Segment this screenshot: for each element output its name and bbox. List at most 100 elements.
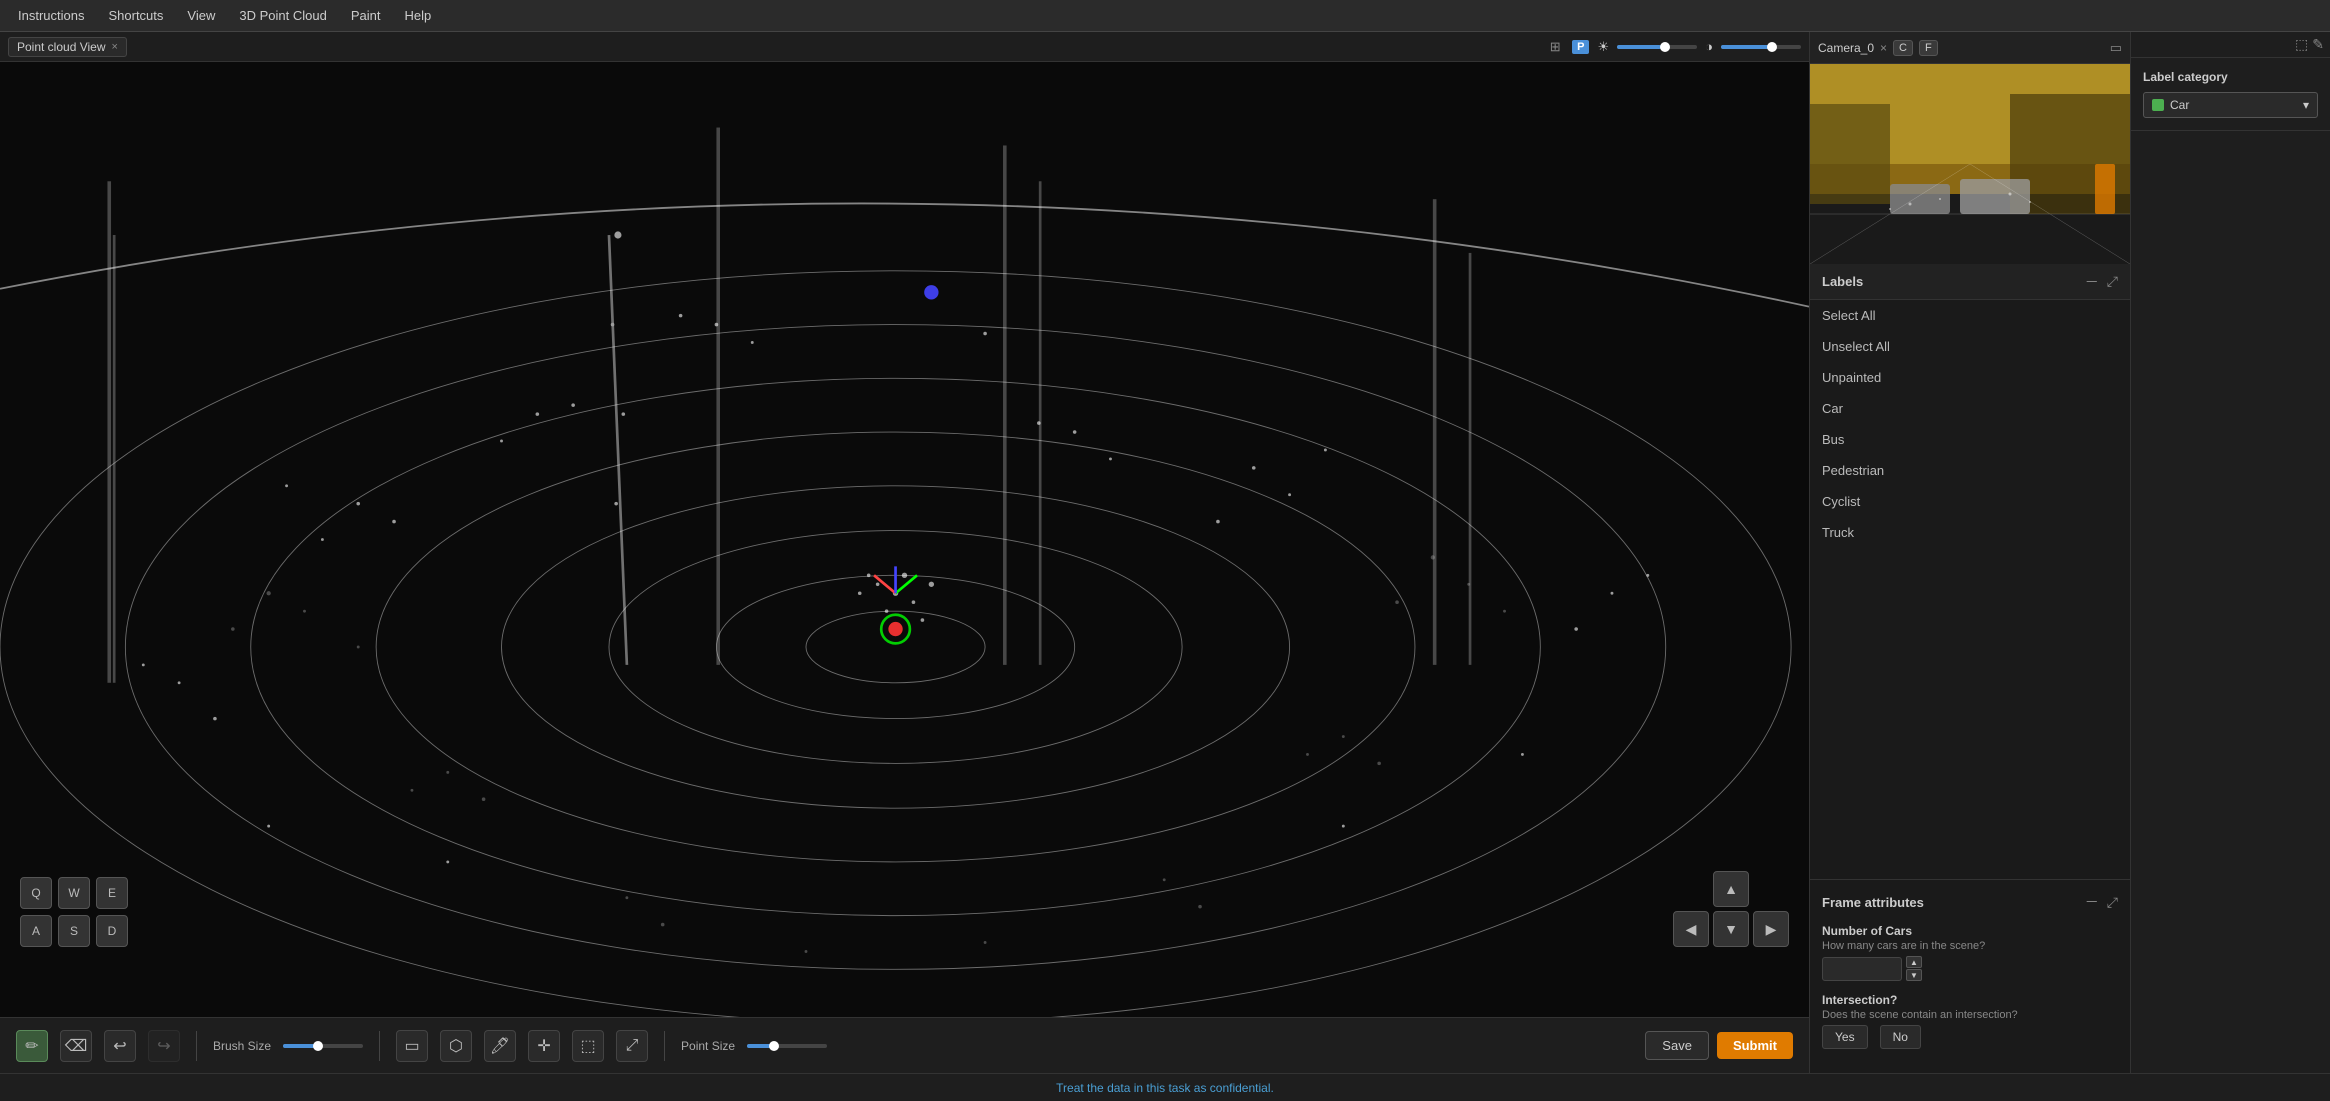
- intersection-attr: Intersection? Does the scene contain an …: [1822, 993, 2118, 1049]
- menu-bar: Instructions Shortcuts View 3D Point Clo…: [0, 0, 2330, 32]
- nav-row-mid: ◀ ▼ ▶: [1673, 911, 1789, 947]
- menu-view[interactable]: View: [177, 4, 225, 27]
- point-size-slider-container: [747, 1044, 827, 1048]
- menu-3d-point-cloud[interactable]: 3D Point Cloud: [229, 4, 336, 27]
- frame-attr-header: Frame attributes － ⤢: [1822, 892, 2118, 912]
- key-a[interactable]: A: [20, 915, 52, 947]
- street-scene: [1810, 64, 2130, 264]
- bottom-right-buttons: Save Submit: [1645, 1031, 1793, 1060]
- camera-tab: Camera_0 × C F: [1818, 40, 1938, 56]
- key-row-1: Q W E: [20, 877, 128, 909]
- bottom-toolbar: ✏ ⌫ ↩ ↪ Brush Size ▭ ⬡ 🖊 ✛ ⬚ ⤢: [0, 1017, 1809, 1073]
- view-badge-p[interactable]: P: [1572, 40, 1589, 54]
- redo-tool[interactable]: ↪: [148, 1030, 180, 1062]
- submit-button[interactable]: Submit: [1717, 1032, 1793, 1059]
- point-cloud-view: Point cloud View × ⊞ P ☀ ◑: [0, 32, 1810, 1073]
- menu-help[interactable]: Help: [394, 4, 441, 27]
- brightness-icon: ☀: [1597, 39, 1609, 55]
- sep1: [196, 1031, 197, 1061]
- number-of-cars-attr: Number of Cars How many cars are in the …: [1822, 924, 2118, 981]
- category-chevron: ▾: [2303, 98, 2309, 112]
- number-of-cars-input[interactable]: [1822, 957, 1902, 981]
- labels-actions: － ⤢: [2085, 272, 2118, 292]
- key-w[interactable]: W: [58, 877, 90, 909]
- labels-header: Labels － ⤢: [1810, 264, 2130, 300]
- labels-title: Labels: [1822, 274, 1863, 289]
- expand-tool[interactable]: ⤢: [616, 1030, 648, 1062]
- camera-badge-f[interactable]: F: [1919, 40, 1938, 56]
- car-item[interactable]: Car: [1810, 393, 2130, 424]
- unpainted-item[interactable]: Unpainted: [1810, 362, 2130, 393]
- lasso-tool[interactable]: 🖊: [484, 1030, 516, 1062]
- intersection-radio-group: Yes No: [1822, 1025, 2118, 1049]
- rect-tool[interactable]: ▭: [396, 1030, 428, 1062]
- key-q[interactable]: Q: [20, 877, 52, 909]
- right-panel: Camera_0 × C F ▭: [1810, 32, 2130, 1073]
- bus-item[interactable]: Bus: [1810, 424, 2130, 455]
- yes-radio[interactable]: Yes: [1822, 1025, 1868, 1049]
- increment-btn[interactable]: ▲: [1906, 956, 1922, 968]
- draw-tool[interactable]: ✏: [16, 1030, 48, 1062]
- keyboard-hints: Q W E A S D: [20, 877, 128, 947]
- camera-image: [1810, 64, 2130, 264]
- brightness-slider[interactable]: [1617, 45, 1697, 49]
- intersection-desc: Does the scene contain an intersection?: [1822, 1009, 2118, 1021]
- minimize-frame-attr[interactable]: －: [2085, 892, 2099, 912]
- nav-up-btn[interactable]: ▲: [1713, 871, 1749, 907]
- unselect-all-item[interactable]: Unselect All: [1810, 331, 2130, 362]
- number-of-cars-label: Number of Cars: [1822, 924, 2118, 938]
- camera-label: Camera_0: [1818, 41, 1874, 55]
- point-cloud-tab[interactable]: Point cloud View ×: [8, 37, 127, 57]
- menu-shortcuts[interactable]: Shortcuts: [98, 4, 173, 27]
- label-icon-2[interactable]: ✎: [2312, 36, 2324, 53]
- category-select[interactable]: Car ▾: [2143, 92, 2318, 118]
- intersection-label: Intersection?: [1822, 993, 2118, 1007]
- status-bar: Treat the data in this task as confident…: [0, 1073, 2330, 1101]
- expand-frame-attr[interactable]: ⤢: [2107, 892, 2118, 912]
- camera-close[interactable]: ×: [1880, 41, 1887, 55]
- label-icon-1[interactable]: ⬚: [2295, 36, 2308, 53]
- camera-expand[interactable]: ▭: [2110, 40, 2122, 56]
- camera-header: Camera_0 × C F ▭: [1810, 32, 2130, 64]
- nav-row-up: ▲: [1713, 871, 1749, 907]
- no-radio[interactable]: No: [1880, 1025, 1921, 1049]
- nav-down-btn[interactable]: ▼: [1713, 911, 1749, 947]
- transform-tool[interactable]: ⬚: [572, 1030, 604, 1062]
- contrast-slider[interactable]: [1721, 45, 1801, 49]
- label-category-section: Label category Car ▾: [2131, 58, 2330, 131]
- eraser-tool[interactable]: ⌫: [60, 1030, 92, 1062]
- point-size-slider[interactable]: [747, 1044, 827, 1048]
- undo-tool[interactable]: ↩: [104, 1030, 136, 1062]
- brush-size-slider[interactable]: [283, 1044, 363, 1048]
- expand-labels[interactable]: ⤢: [2107, 272, 2118, 292]
- number-of-cars-desc: How many cars are in the scene?: [1822, 940, 2118, 952]
- key-d[interactable]: D: [96, 915, 128, 947]
- far-right-panel: ⬚ ✎ Label category Car ▾: [2130, 32, 2330, 1073]
- status-message: Treat the data in this task as confident…: [1056, 1081, 1274, 1095]
- sep2: [379, 1031, 380, 1061]
- save-button[interactable]: Save: [1645, 1031, 1709, 1060]
- nav-right-btn[interactable]: ▶: [1753, 911, 1789, 947]
- pedestrian-item[interactable]: Pedestrian: [1810, 455, 2130, 486]
- menu-instructions[interactable]: Instructions: [8, 4, 94, 27]
- menu-paint[interactable]: Paint: [341, 4, 391, 27]
- nav-left-btn[interactable]: ◀: [1673, 911, 1709, 947]
- minimize-labels[interactable]: －: [2085, 272, 2099, 292]
- select-all-item[interactable]: Select All: [1810, 300, 2130, 331]
- key-s[interactable]: S: [58, 915, 90, 947]
- decrement-btn[interactable]: ▼: [1906, 969, 1922, 981]
- tab-close[interactable]: ×: [112, 41, 118, 53]
- street-svg: [1810, 64, 2130, 264]
- canvas-area[interactable]: Q W E A S D ▲ ◀ ▼ ▶: [0, 62, 1809, 1017]
- cyclist-item[interactable]: Cyclist: [1810, 486, 2130, 517]
- poly-tool[interactable]: ⬡: [440, 1030, 472, 1062]
- camera-badge-c[interactable]: C: [1893, 40, 1913, 56]
- pc-icon-grid[interactable]: ⊞: [1546, 38, 1564, 56]
- brush-size-slider-container: [283, 1044, 363, 1048]
- point-size-label: Point Size: [681, 1039, 735, 1053]
- key-row-2: A S D: [20, 915, 128, 947]
- truck-item[interactable]: Truck: [1810, 517, 2130, 548]
- move-tool[interactable]: ✛: [528, 1030, 560, 1062]
- category-selected: Car: [2170, 98, 2189, 112]
- key-e[interactable]: E: [96, 877, 128, 909]
